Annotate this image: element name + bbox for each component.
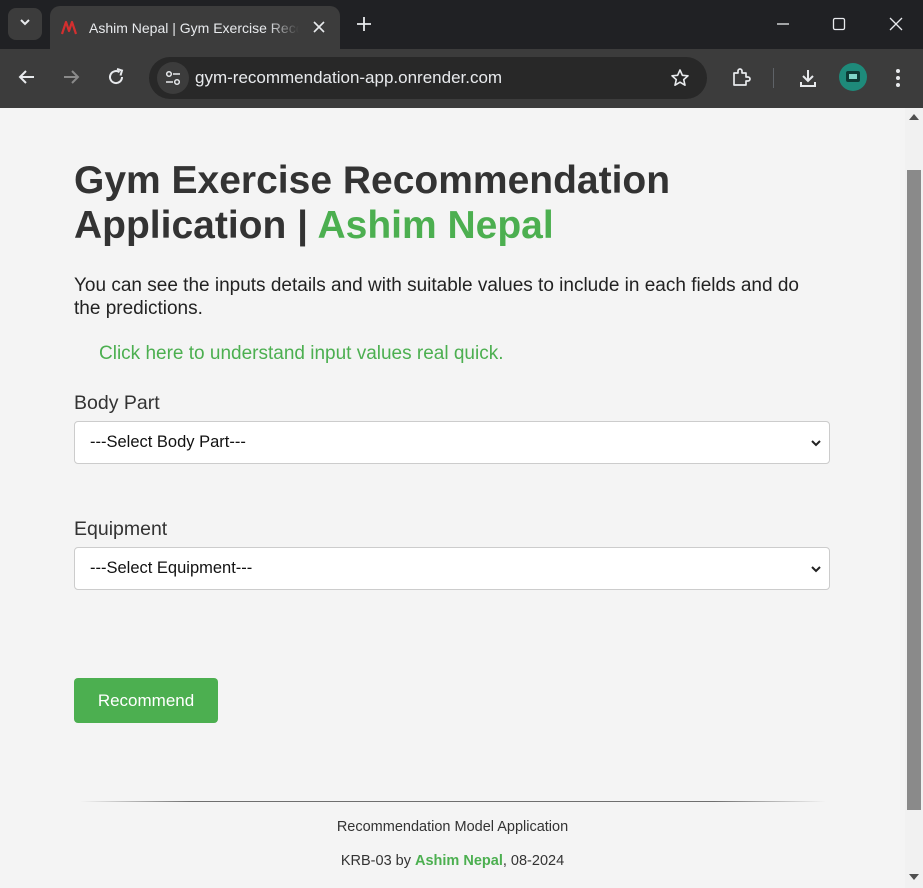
intro-text: You can see the inputs details and with … xyxy=(74,275,799,319)
footer-credit: KRB-03 by Ashim Nepal, 08-2024 xyxy=(0,853,905,869)
chevron-down-icon xyxy=(18,15,32,34)
extensions-icon[interactable] xyxy=(728,65,754,91)
window-close-icon[interactable] xyxy=(884,12,908,36)
body-part-label: Body Part xyxy=(74,392,160,414)
page-title: Gym Exercise Recommendation Application … xyxy=(74,158,830,248)
title-author: Ashim Nepal xyxy=(317,204,554,247)
close-icon[interactable] xyxy=(310,18,328,36)
download-icon[interactable] xyxy=(795,65,821,91)
chevron-down-icon xyxy=(809,436,823,450)
footer-divider xyxy=(80,801,826,802)
browser-tab[interactable]: Ashim Nepal | Gym Exercise Recommendatio… xyxy=(50,6,340,49)
tab-search-button[interactable] xyxy=(8,8,42,40)
scroll-thumb[interactable] xyxy=(907,170,921,810)
chevron-down-icon xyxy=(809,562,823,576)
back-icon[interactable] xyxy=(15,65,39,89)
site-info-icon[interactable] xyxy=(157,62,189,94)
profile-avatar-icon[interactable] xyxy=(839,63,867,91)
page-scrollbar[interactable] xyxy=(905,108,923,888)
forward-icon[interactable] xyxy=(59,65,83,89)
recommend-button[interactable]: Recommend xyxy=(74,678,218,723)
favicon-icon xyxy=(60,19,78,37)
browser-toolbar: gym-recommendation-app.onrender.com xyxy=(0,49,923,108)
tab-bar: Ashim Nepal | Gym Exercise Recommendatio… xyxy=(0,0,923,49)
body-part-select[interactable]: ---Select Body Part--- xyxy=(74,421,830,464)
more-icon[interactable] xyxy=(885,65,911,91)
scroll-up-arrow[interactable] xyxy=(909,114,919,120)
body-part-selected: ---Select Body Part--- xyxy=(90,433,246,451)
footer-prefix: KRB-03 by xyxy=(340,853,411,869)
address-bar[interactable]: gym-recommendation-app.onrender.com xyxy=(149,57,707,99)
footer-suffix: , 08-2024 xyxy=(502,853,565,869)
toolbar-divider xyxy=(773,68,774,88)
url-text[interactable]: gym-recommendation-app.onrender.com xyxy=(195,68,502,88)
equipment-selected: ---Select Equipment--- xyxy=(90,559,253,577)
maximize-icon[interactable] xyxy=(827,12,851,36)
equipment-select[interactable]: ---Select Equipment--- xyxy=(74,547,830,590)
scroll-down-arrow[interactable] xyxy=(909,874,919,880)
minimize-icon[interactable] xyxy=(771,12,795,36)
footer-author: Ashim Nepal xyxy=(415,853,503,869)
plus-icon[interactable] xyxy=(352,12,376,36)
reload-icon[interactable] xyxy=(104,65,128,89)
star-icon[interactable] xyxy=(669,67,691,89)
footer-app-name: Recommendation Model Application xyxy=(336,819,569,835)
equipment-label: Equipment xyxy=(74,518,168,540)
page-viewport: Gym Exercise Recommendation Application … xyxy=(0,108,905,888)
help-link[interactable]: Click here to understand input values re… xyxy=(99,343,504,365)
tab-title: Ashim Nepal | Gym Exercise Recommendatio… xyxy=(89,19,299,36)
